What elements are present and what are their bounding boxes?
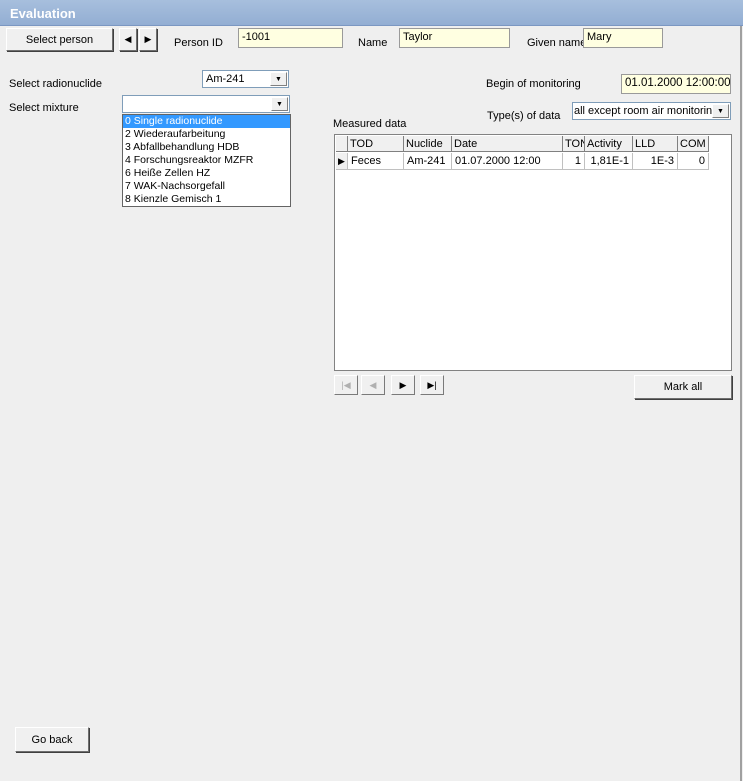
column-header[interactable]: TOD [348, 136, 404, 152]
table-cell[interactable]: 1E-3 [633, 153, 678, 170]
chevron-down-icon[interactable]: ▼ [271, 97, 288, 111]
mixture-option[interactable]: 4 Forschungsreaktor MZFR [123, 154, 290, 167]
table-cell[interactable]: 01.07.2000 12:00 [452, 153, 563, 170]
first-record-icon: |◀ [341, 379, 351, 390]
mixture-label: Select mixture [9, 102, 79, 114]
chevron-down-icon[interactable]: ▼ [712, 104, 729, 118]
column-header[interactable]: Nuclide [404, 136, 452, 152]
data-type-value: all except room air monitoring [574, 105, 719, 117]
mixture-option[interactable]: 2 Wiederaufarbeitung [123, 128, 290, 141]
mixture-option[interactable]: 7 WAK-Nachsorgefall [123, 180, 290, 193]
column-header[interactable]: COM [678, 136, 709, 152]
given-name-field[interactable]: Mary [583, 28, 663, 48]
go-back-button[interactable]: Go back [15, 727, 89, 752]
mark-all-button[interactable]: Mark all [634, 375, 732, 399]
monitoring-begin-label: Begin of monitoring [486, 78, 581, 90]
next-record-icon: ▶ [399, 379, 407, 390]
previous-record-button[interactable]: ◀ [361, 375, 385, 395]
chevron-down-icon[interactable]: ▼ [270, 72, 287, 86]
select-person-button[interactable]: Select person [6, 28, 113, 51]
next-person-button[interactable]: ▶ [139, 28, 157, 51]
measured-data-label: Measured data [333, 118, 407, 130]
previous-record-icon: ◀ [369, 379, 377, 390]
column-header[interactable]: Date [452, 136, 563, 152]
data-type-select[interactable]: all except room air monitoring ▼ [572, 102, 731, 120]
mixture-option[interactable]: 0 Single radionuclide [123, 115, 290, 128]
table-cell[interactable]: 1 [563, 153, 585, 170]
mixture-dropdown-list: 0 Single radionuclide 2 Wiederaufarbeitu… [122, 114, 291, 207]
person-id-label: Person ID [174, 37, 223, 49]
window-border [740, 26, 742, 781]
right-arrow-icon: ▶ [144, 34, 152, 44]
radionuclide-select[interactable]: Am-241 ▼ [202, 70, 289, 88]
radionuclide-value: Am-241 [206, 73, 245, 85]
table-cell[interactable]: 0 [678, 153, 709, 170]
radionuclide-label: Select radionuclide [9, 78, 102, 90]
name-field[interactable]: Taylor [399, 28, 510, 48]
first-record-button[interactable]: |◀ [334, 375, 358, 395]
table-cell[interactable]: 1,81E-1 [585, 153, 633, 170]
column-header[interactable]: LLD [633, 136, 678, 152]
mixture-select[interactable]: ▼ [122, 95, 290, 113]
mixture-option[interactable]: 8 Kienzle Gemisch 1 [123, 193, 290, 206]
column-header[interactable]: Activity [585, 136, 633, 152]
name-label: Name [358, 37, 388, 49]
given-name-label: Given name [527, 37, 587, 49]
monitoring-begin-field[interactable]: 01.01.2000 12:00:00 [621, 74, 731, 94]
last-record-icon: ▶| [427, 379, 437, 390]
row-header-corner [336, 136, 348, 152]
next-record-button[interactable]: ▶ [391, 375, 415, 395]
previous-person-button[interactable]: ◀ [119, 28, 137, 51]
mixture-option[interactable]: 6 Heiße Zellen HZ [123, 167, 290, 180]
table-cell[interactable]: Feces [348, 153, 404, 170]
mixture-option[interactable]: 3 Abfallbehandlung HDB [123, 141, 290, 154]
last-record-button[interactable]: ▶| [420, 375, 444, 395]
left-arrow-icon: ◀ [124, 34, 132, 44]
table-cell[interactable]: Am-241 [404, 153, 452, 170]
column-header[interactable]: TON [563, 136, 585, 152]
person-id-field[interactable]: -1001 [238, 28, 343, 48]
measured-data-table: TOD Nuclide Date TON Activity LLD COM ▶ … [334, 134, 732, 371]
window-title: Evaluation [0, 0, 743, 26]
current-row-pointer-icon[interactable]: ▶ [336, 153, 348, 170]
data-type-label: Type(s) of data [487, 110, 561, 122]
